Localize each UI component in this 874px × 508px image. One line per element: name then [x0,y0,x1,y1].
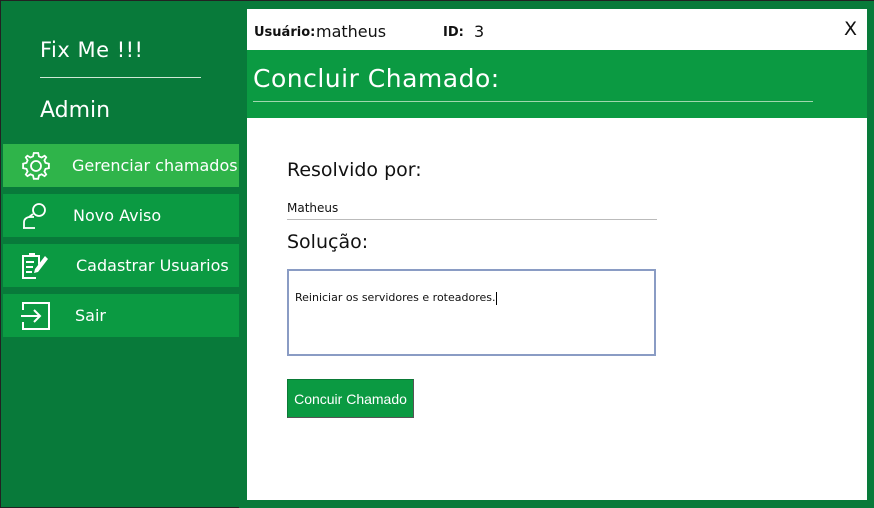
app-window: Fix Me !!! Admin Gerenciar chamados Novo… [0,0,874,508]
user-notice-icon [19,200,53,232]
clipboard-edit-icon [19,250,53,282]
main-panel: Usuário: matheus ID: 3 X Concluir Chamad… [247,9,867,500]
sidebar-item-cadastrar-usuarios[interactable]: Cadastrar Usuarios [3,244,239,287]
close-button[interactable]: X [844,18,857,40]
complete-ticket-button[interactable]: Concuir Chamado [287,379,414,418]
page-title: Concluir Chamado: [253,64,500,93]
exit-icon [19,300,53,332]
sidebar-item-label: Sair [75,306,106,325]
solution-textarea[interactable]: Reiniciar os servidores e roteadores. [287,269,656,356]
id-value: 3 [474,22,485,41]
user-label: Usuário: [254,25,316,40]
sidebar-item-label: Gerenciar chamados [72,156,238,175]
resolved-by-underline [287,219,657,220]
id-label: ID: [443,25,464,40]
resolved-by-field[interactable]: Matheus [287,201,338,215]
page-header: Concluir Chamado: [247,50,867,118]
text-caret [496,291,498,305]
gear-icon [19,150,53,182]
resolved-by-label: Resolvido por: [287,159,422,181]
sidebar-item-sair[interactable]: Sair [3,294,239,337]
title-divider [40,77,201,78]
sidebar: Fix Me !!! Admin Gerenciar chamados Novo… [2,2,239,507]
header-divider [253,101,813,102]
sidebar-item-gerenciar-chamados[interactable]: Gerenciar chamados [3,144,239,187]
sidebar-item-label: Novo Aviso [73,206,162,225]
solution-label: Solução: [287,231,369,253]
sidebar-item-novo-aviso[interactable]: Novo Aviso [3,194,239,237]
user-value: matheus [316,22,387,41]
sidebar-item-label: Cadastrar Usuarios [76,256,229,275]
app-title: Fix Me !!! [40,38,144,62]
role-label: Admin [40,98,111,123]
solution-text: Reiniciar os servidores e roteadores. [295,291,496,304]
